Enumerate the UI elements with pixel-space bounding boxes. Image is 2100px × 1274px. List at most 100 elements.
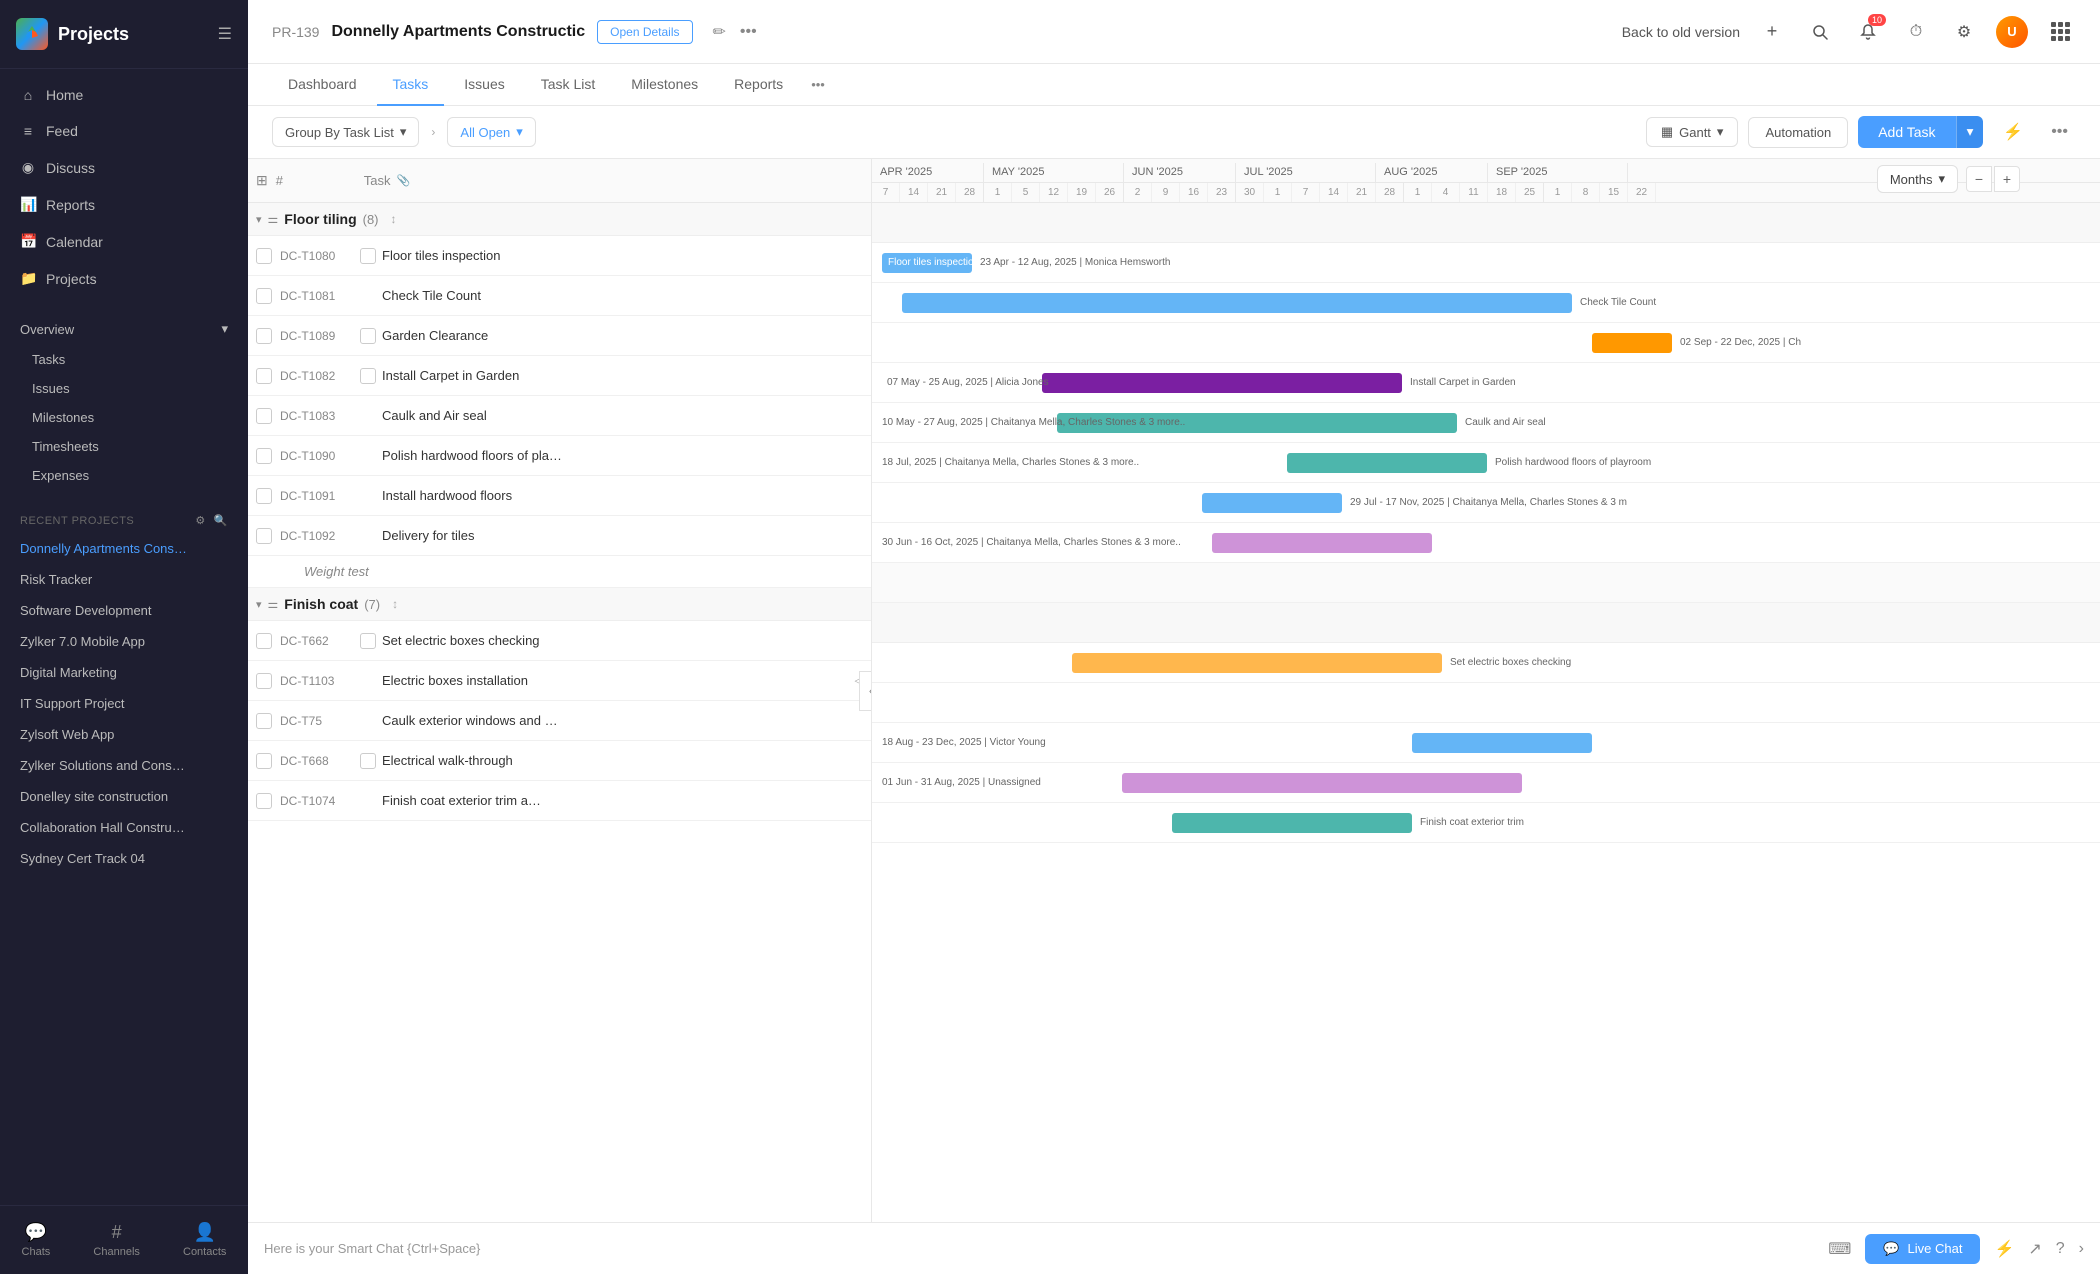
gantt-bar[interactable]: Floor tiles inspection	[882, 253, 972, 273]
group-by-button[interactable]: Group By Task List ▾	[272, 117, 419, 147]
gantt-bar[interactable]	[1287, 453, 1487, 473]
bottom-tab-channels[interactable]: # Channels	[81, 1216, 151, 1264]
automation-button[interactable]: Automation	[1748, 117, 1848, 148]
task-row[interactable]: DC-T668 Electrical walk-through	[248, 741, 871, 781]
recent-project-software[interactable]: Software Development	[0, 595, 248, 626]
task-row[interactable]: DC-T1090 Polish hardwood floors of pla…	[248, 436, 871, 476]
gantt-bar[interactable]	[1412, 733, 1592, 753]
sidebar-item-tasks[interactable]: Tasks	[0, 345, 248, 374]
task-row[interactable]: DC-T1080 Floor tiles inspection	[248, 236, 871, 276]
sort-icon[interactable]: ↕	[391, 212, 397, 226]
gantt-bar[interactable]	[1592, 333, 1672, 353]
gantt-bar[interactable]	[1212, 533, 1432, 553]
gantt-bar[interactable]	[1172, 813, 1412, 833]
task-row[interactable]: DC-T1083 Caulk and Air seal	[248, 396, 871, 436]
recent-project-sydney[interactable]: Sydney Cert Track 04	[0, 843, 248, 874]
group-header-floor-tiling[interactable]: ▾ ⚌ Floor tiling (8) ↕	[248, 203, 871, 236]
task-checkbox[interactable]	[256, 528, 272, 544]
add-task-dropdown-button[interactable]: ▾	[1956, 116, 1984, 148]
recent-project-donnelly[interactable]: Donnelly Apartments Cons…	[0, 533, 248, 564]
sidebar-item-expenses[interactable]: Expenses	[0, 461, 248, 490]
gantt-bar[interactable]	[1042, 373, 1402, 393]
tab-dashboard[interactable]: Dashboard	[272, 64, 373, 106]
recent-project-collab[interactable]: Collaboration Hall Constru…	[0, 812, 248, 843]
recent-project-zylker70[interactable]: Zylker 7.0 Mobile App	[0, 626, 248, 657]
task-checkbox[interactable]	[256, 448, 272, 464]
overview-toggle[interactable]: Overview ▾	[0, 313, 248, 345]
gantt-bar[interactable]	[1202, 493, 1342, 513]
sidebar-item-reports[interactable]: 📊 Reports	[0, 186, 248, 223]
collapse-all-button[interactable]: ⊞	[256, 172, 268, 189]
more-icon[interactable]: ›	[2079, 1240, 2084, 1258]
smart-chat-placeholder[interactable]: Here is your Smart Chat {Ctrl+Space}	[264, 1241, 1816, 1256]
sidebar-item-issues[interactable]: Issues	[0, 374, 248, 403]
apps-button[interactable]	[2044, 16, 2076, 48]
sidebar-item-calendar[interactable]: 📅 Calendar	[0, 223, 248, 260]
filter-button[interactable]: ⚡	[1993, 116, 2033, 148]
gantt-bar[interactable]	[902, 293, 1572, 313]
task-checkbox[interactable]	[256, 793, 272, 809]
gantt-chart-panel[interactable]: Months ▾ − + APR '2025 MAY '2025 JUN	[872, 159, 2100, 1222]
task-row[interactable]: DC-T1092 Delivery for tiles	[248, 516, 871, 556]
task-row[interactable]: DC-T1091 Install hardwood floors	[248, 476, 871, 516]
task-row[interactable]: DC-T1089 Garden Clearance	[248, 316, 871, 356]
gantt-bar[interactable]	[1072, 653, 1442, 673]
task-checkbox[interactable]	[256, 248, 272, 264]
user-avatar[interactable]: U	[1996, 16, 2028, 48]
recent-project-it[interactable]: IT Support Project	[0, 688, 248, 719]
keyboard-icon[interactable]: ⌨	[1828, 1239, 1851, 1259]
task-row[interactable]: DC-T662 Set electric boxes checking	[248, 621, 871, 661]
months-dropdown[interactable]: Months ▾	[1877, 165, 1958, 193]
live-chat-button[interactable]: 💬 Live Chat	[1865, 1234, 1980, 1264]
task-checkbox[interactable]	[256, 713, 272, 729]
sidebar-item-home[interactable]: ⌂ Home	[0, 77, 248, 113]
zoom-out-button[interactable]: −	[1966, 166, 1992, 192]
nav-tab-more-button[interactable]: •••	[803, 65, 833, 104]
recent-project-risk[interactable]: Risk Tracker	[0, 564, 248, 595]
recent-project-zylker-sol[interactable]: Zylker Solutions and Cons…	[0, 750, 248, 781]
collapse-panel-button[interactable]: ‹	[859, 671, 872, 711]
timer-button[interactable]: ⏱	[1900, 16, 1932, 48]
all-open-button[interactable]: All Open ▾	[447, 117, 535, 147]
tab-milestones[interactable]: Milestones	[615, 64, 714, 106]
back-to-old-version-button[interactable]: Back to old version	[1622, 24, 1740, 40]
settings-button[interactable]: ⚙	[1948, 16, 1980, 48]
bottom-tab-contacts[interactable]: 👤 Contacts	[171, 1216, 238, 1264]
task-row[interactable]: DC-T1082 Install Carpet in Garden	[248, 356, 871, 396]
group-header-finish-coat[interactable]: ▾ ⚌ Finish coat (7) ↕	[248, 588, 871, 621]
sidebar-item-timesheets[interactable]: Timesheets	[0, 432, 248, 461]
task-row[interactable]: DC-T1074 Finish coat exterior trim a…	[248, 781, 871, 821]
filter-icon[interactable]: ⚙	[195, 514, 205, 527]
task-checkbox[interactable]	[256, 328, 272, 344]
zoom-in-button[interactable]: +	[1994, 166, 2020, 192]
tab-issues[interactable]: Issues	[448, 64, 520, 106]
task-row[interactable]: DC-T1103 Electric boxes installation ◁	[248, 661, 871, 701]
sidebar-item-discuss[interactable]: ◉ Discuss	[0, 149, 248, 186]
sort-icon[interactable]: ↕	[392, 597, 398, 611]
task-checkbox[interactable]	[256, 408, 272, 424]
task-checkbox[interactable]	[256, 488, 272, 504]
task-row[interactable]: DC-T75 Caulk exterior windows and …	[248, 701, 871, 741]
task-checkbox[interactable]	[256, 753, 272, 769]
tab-reports[interactable]: Reports	[718, 64, 799, 106]
edit-icon[interactable]: ✏	[713, 22, 726, 42]
task-checkbox[interactable]	[256, 288, 272, 304]
add-button[interactable]: +	[1756, 16, 1788, 48]
task-checkbox[interactable]	[256, 673, 272, 689]
more-options-icon[interactable]: •••	[740, 23, 757, 41]
bottom-tab-chats[interactable]: 💬 Chats	[10, 1216, 63, 1264]
task-checkbox[interactable]	[256, 633, 272, 649]
task-checkbox[interactable]	[256, 368, 272, 384]
tab-task-list[interactable]: Task List	[525, 64, 611, 106]
recent-project-donelley[interactable]: Donelley site construction	[0, 781, 248, 812]
sidebar-item-milestones[interactable]: Milestones	[0, 403, 248, 432]
gantt-button[interactable]: ▦ Gantt ▾	[1646, 117, 1739, 147]
sidebar-item-projects[interactable]: 📁 Projects	[0, 260, 248, 297]
sidebar-item-feed[interactable]: ≡ Feed	[0, 113, 248, 149]
notifications-button[interactable]: 10	[1852, 16, 1884, 48]
open-details-button[interactable]: Open Details	[597, 20, 692, 44]
gantt-bar[interactable]	[1122, 773, 1522, 793]
help-icon[interactable]: ?	[2056, 1240, 2065, 1258]
tab-tasks[interactable]: Tasks	[377, 64, 445, 106]
more-options-button[interactable]: •••	[2043, 117, 2076, 147]
